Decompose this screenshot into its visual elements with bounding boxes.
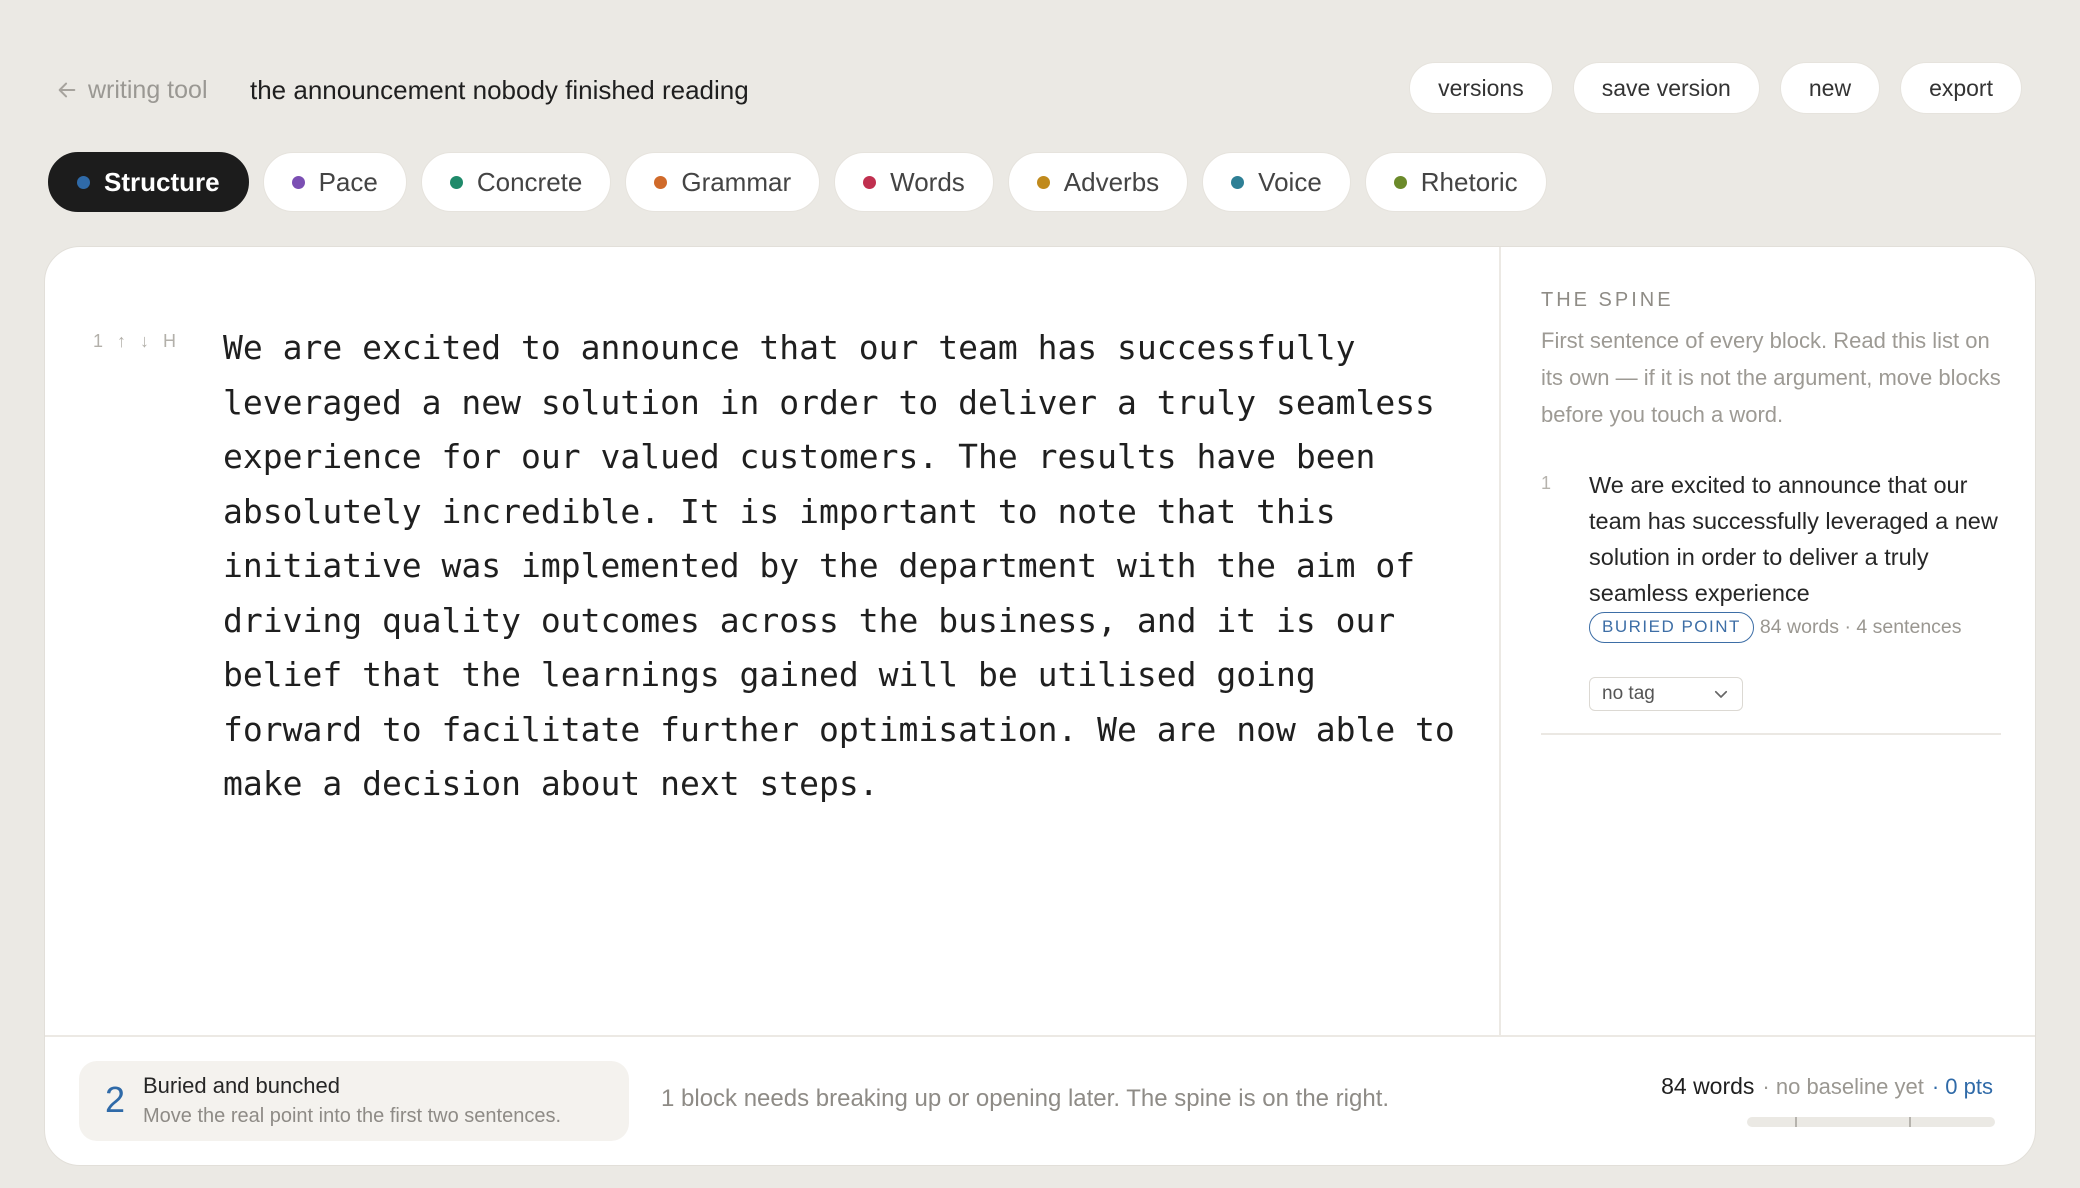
status-message: 1 block needs breaking up or opening lat… xyxy=(661,1085,1390,1112)
spine-item[interactable]: 1 We are excited to announce that our te… xyxy=(1541,467,2001,735)
spine-panel: THE SPINE First sentence of every block.… xyxy=(1541,289,2001,735)
tag-select[interactable]: no tag xyxy=(1589,677,1743,711)
tab-label: Adverbs xyxy=(1063,166,1160,197)
divider xyxy=(1499,247,1501,1035)
word-count: 84 words xyxy=(1661,1073,1755,1099)
tag-select-value: no tag xyxy=(1602,683,1655,704)
versions-button[interactable]: versions xyxy=(1409,62,1553,114)
tab-structure[interactable]: Structure xyxy=(48,152,249,212)
concrete-dot-icon xyxy=(449,175,463,189)
spine-item-meta: BURIED POINT 84 words · 4 sentences xyxy=(1589,611,1999,644)
new-button[interactable]: new xyxy=(1779,62,1881,114)
voice-dot-icon xyxy=(1231,175,1245,189)
structure-dot-icon xyxy=(77,175,90,189)
main-card: 1 ↑ ↓ H We are excited to announce that … xyxy=(44,246,2036,1166)
points: · 0 pts xyxy=(1931,1074,1993,1099)
issue-count: 2 xyxy=(105,1079,126,1120)
top-actions: versions save version new export xyxy=(1409,62,2022,114)
spine-item-sentence: We are excited to announce that our team… xyxy=(1589,472,1998,606)
arrow-left-icon xyxy=(58,82,76,98)
grammar-dot-icon xyxy=(654,175,668,189)
analysis-tabs: Structure Pace Concrete Grammar Words Ad… xyxy=(48,152,1547,212)
export-button[interactable]: export xyxy=(1900,62,2022,114)
words-dot-icon xyxy=(863,175,877,189)
rhetoric-dot-icon xyxy=(1393,175,1407,189)
tab-label: Pace xyxy=(318,166,378,197)
pace-dot-icon xyxy=(291,175,305,189)
issue-title: Buried and bunched xyxy=(143,1073,340,1098)
stats: 84 words · no baseline yet · 0 pts xyxy=(1661,1073,1993,1100)
back-label: writing tool xyxy=(88,75,208,104)
block-text[interactable]: We are excited to announce that our team… xyxy=(223,321,1473,812)
tab-pace[interactable]: Pace xyxy=(262,152,407,212)
tab-adverbs[interactable]: Adverbs xyxy=(1007,152,1189,212)
spine-description: First sentence of every block. Read this… xyxy=(1541,328,2001,427)
heading-toggle-icon[interactable]: H xyxy=(163,331,176,352)
spine-item-stats: 84 words · 4 sentences xyxy=(1759,616,1962,638)
issue-summary[interactable]: 2 Buried and bunched Move the real point… xyxy=(79,1061,629,1141)
tab-words[interactable]: Words xyxy=(834,152,994,212)
meter-tick xyxy=(1795,1117,1797,1127)
save-version-button[interactable]: save version xyxy=(1572,62,1760,114)
score-meter xyxy=(1747,1117,1995,1127)
tab-label: Words xyxy=(890,166,965,197)
buried-point-badge: BURIED POINT xyxy=(1589,612,1754,644)
tab-label: Voice xyxy=(1258,166,1322,197)
tab-label: Rhetoric xyxy=(1420,166,1518,197)
document-title[interactable]: the announcement nobody finished reading xyxy=(250,72,749,108)
tab-rhetoric[interactable]: Rhetoric xyxy=(1364,152,1547,212)
move-down-icon[interactable]: ↓ xyxy=(140,331,149,352)
block-number: 1 xyxy=(93,331,104,351)
tab-grammar[interactable]: Grammar xyxy=(625,152,821,212)
spine-title: THE SPINE xyxy=(1541,289,1674,311)
move-up-icon[interactable]: ↑ xyxy=(117,331,126,352)
editor: 1 ↑ ↓ H We are excited to announce that … xyxy=(45,247,1499,1035)
issue-subtitle: Move the real point into the first two s… xyxy=(143,1105,561,1127)
header: writing tool the announcement nobody fin… xyxy=(0,0,2080,150)
footer-divider xyxy=(45,1035,2035,1037)
spine-item-number: 1 xyxy=(1541,473,1552,493)
meter-tick xyxy=(1909,1117,1911,1127)
baseline-status: · no baseline yet xyxy=(1762,1074,1924,1099)
block-controls: 1 ↑ ↓ H xyxy=(93,331,176,352)
tab-voice[interactable]: Voice xyxy=(1202,152,1351,212)
tab-label: Concrete xyxy=(476,166,583,197)
adverbs-dot-icon xyxy=(1036,175,1050,189)
tab-label: Grammar xyxy=(681,166,792,197)
chevron-down-icon xyxy=(1714,690,1728,698)
tab-concrete[interactable]: Concrete xyxy=(420,152,612,212)
tab-label: Structure xyxy=(104,166,220,197)
back-link[interactable]: writing tool xyxy=(56,72,208,108)
